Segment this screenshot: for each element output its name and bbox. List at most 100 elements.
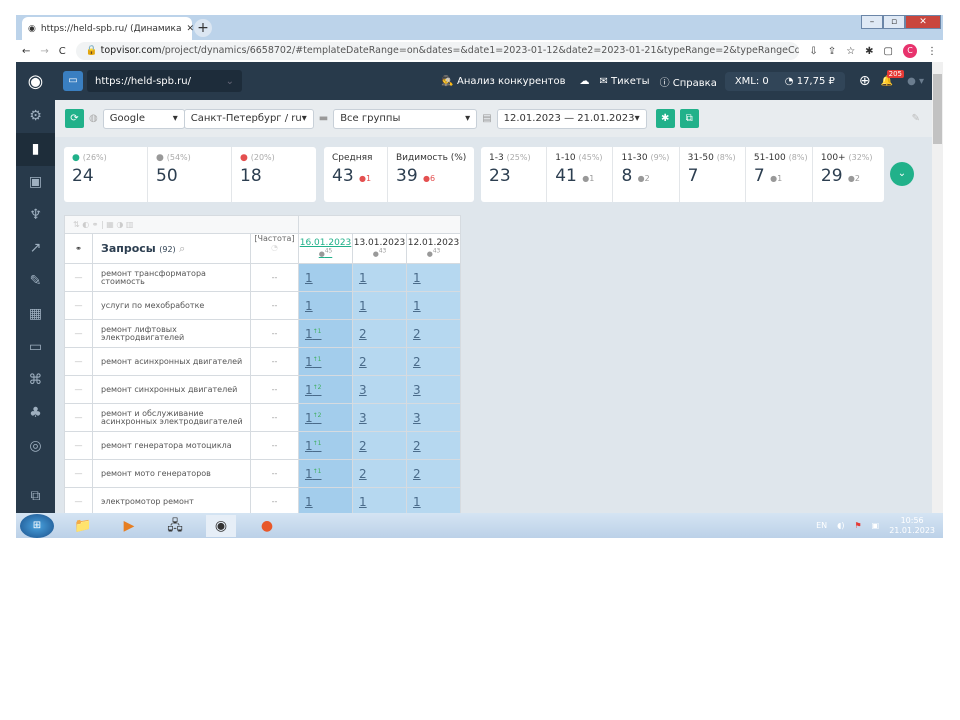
search-icon[interactable]: ⌕ bbox=[179, 242, 185, 255]
position-cell[interactable]: 2 bbox=[406, 431, 461, 460]
sidebar-dynamics-icon[interactable]: ▮ bbox=[16, 133, 55, 166]
browser-tab[interactable]: ◉ https://held-spb.ru/ (Динамика ✕ bbox=[22, 17, 194, 40]
table-row[interactable]: — ремонт мото генераторов -- 1↑1 2 2 bbox=[64, 459, 461, 488]
settings-button[interactable]: ✱ bbox=[655, 109, 675, 128]
firefox-icon[interactable]: ● bbox=[252, 515, 282, 537]
table-tools[interactable]: ⇅ ◐ ⚭ | ▦ ◑ ▥ bbox=[64, 215, 299, 234]
volume-icon[interactable]: ◖) bbox=[837, 521, 844, 530]
cloud-icon[interactable]: ☁ bbox=[579, 76, 589, 87]
row-marker[interactable]: — bbox=[64, 291, 93, 320]
close-tab-icon[interactable]: ✕ bbox=[186, 24, 194, 34]
groups-select[interactable]: Все группы ▾ bbox=[333, 108, 478, 129]
row-marker[interactable]: — bbox=[64, 459, 93, 488]
date-column-header[interactable]: 13.01.2023 ●43 bbox=[352, 233, 407, 264]
position-cell[interactable]: 1↑1 bbox=[298, 319, 353, 348]
queries-header[interactable]: Запросы (92) ⌕ bbox=[92, 233, 251, 264]
query-text[interactable]: электромотор ремонт bbox=[92, 487, 251, 516]
sidebar-structure-icon[interactable]: ♣ bbox=[16, 397, 55, 430]
row-marker[interactable]: — bbox=[64, 375, 93, 404]
row-marker[interactable]: — bbox=[64, 347, 93, 376]
position-cell[interactable]: 1 bbox=[298, 291, 353, 320]
link-icon[interactable]: ⚭ bbox=[64, 233, 93, 264]
network-icon[interactable]: ▣ bbox=[872, 521, 880, 530]
maximize-button[interactable]: ▫ bbox=[883, 15, 905, 29]
refresh-button[interactable]: ⟳ bbox=[65, 109, 84, 128]
position-cell[interactable]: 1↑2 bbox=[298, 375, 353, 404]
new-tab-button[interactable]: + bbox=[194, 19, 212, 37]
position-cell[interactable]: 2 bbox=[406, 319, 461, 348]
table-row[interactable]: — ремонт лифтовых электродвигателей -- 1↑1 2… bbox=[64, 319, 461, 348]
user-avatar[interactable]: ● ▾ bbox=[907, 76, 924, 87]
position-cell[interactable]: 1 bbox=[406, 487, 461, 516]
position-cell[interactable]: 1↑2 bbox=[298, 403, 353, 432]
query-text[interactable]: ремонт мото генераторов bbox=[92, 459, 251, 488]
close-window-button[interactable]: ✕ bbox=[905, 15, 941, 29]
language-indicator[interactable]: EN bbox=[816, 521, 827, 530]
topvisor-logo-icon[interactable]: ◉ bbox=[16, 71, 55, 92]
query-text[interactable]: услуги по мехобработке bbox=[92, 291, 251, 320]
table-row[interactable]: — услуги по мехобработке -- 1 1 1 bbox=[64, 291, 461, 320]
position-cell[interactable]: 1 bbox=[352, 487, 407, 516]
position-cell[interactable]: 3 bbox=[406, 375, 461, 404]
engine-select[interactable]: Google ▾ bbox=[102, 108, 185, 129]
forward-icon[interactable]: → bbox=[40, 46, 48, 57]
expand-stats-button[interactable]: ⌄ bbox=[890, 162, 914, 186]
date-column-header[interactable]: 16.01.2023 ●45 bbox=[298, 233, 353, 264]
table-row[interactable]: — ремонт синхронных двигателей -- 1↑2 3 3 bbox=[64, 375, 461, 404]
star-icon[interactable]: ☆ bbox=[846, 46, 855, 57]
position-cell[interactable]: 3 bbox=[352, 375, 407, 404]
row-marker[interactable]: — bbox=[64, 487, 93, 516]
row-marker[interactable]: — bbox=[64, 431, 93, 460]
share-icon[interactable]: ⇪ bbox=[828, 46, 836, 57]
position-cell[interactable]: 3 bbox=[406, 403, 461, 432]
position-cell[interactable]: 1↑1 bbox=[298, 431, 353, 460]
start-button[interactable]: ⊞ bbox=[20, 513, 54, 538]
sidebar-trophy-icon[interactable]: ♆ bbox=[16, 199, 55, 232]
position-cell[interactable]: 2 bbox=[406, 459, 461, 488]
sidebar-tools-icon[interactable]: ✎ bbox=[16, 265, 55, 298]
query-text[interactable]: ремонт асинхронных двигателей bbox=[92, 347, 251, 376]
sidepanel-icon[interactable]: ▢ bbox=[884, 46, 893, 57]
position-cell[interactable]: 2 bbox=[352, 431, 407, 460]
tickets-link[interactable]: ✉ Тикеты bbox=[599, 76, 649, 87]
position-cell[interactable]: 2 bbox=[352, 459, 407, 488]
profile-avatar[interactable]: C bbox=[903, 44, 917, 58]
briefcase-icon[interactable]: ▭ bbox=[63, 71, 83, 91]
position-cell[interactable]: 2 bbox=[406, 347, 461, 376]
query-text[interactable]: ремонт и обслуживание асинхронных электр… bbox=[92, 403, 251, 432]
project-select[interactable]: https://held-spb.ru/⌄ bbox=[87, 70, 242, 92]
position-cell[interactable]: 1 bbox=[406, 291, 461, 320]
minimize-button[interactable]: – bbox=[861, 15, 883, 29]
region-select[interactable]: Санкт-Петербург / ru ▾ bbox=[183, 108, 314, 129]
extensions-icon[interactable]: ✱ bbox=[865, 46, 873, 57]
position-cell[interactable]: 2 bbox=[352, 319, 407, 348]
query-text[interactable]: ремонт лифтовых электродвигателей bbox=[92, 319, 251, 348]
query-text[interactable]: ремонт генератора мотоцикла bbox=[92, 431, 251, 460]
sidebar-snapshots-icon[interactable]: ▣ bbox=[16, 166, 55, 199]
table-row[interactable]: — ремонт трансформатора стоимость -- 1 1 1 bbox=[64, 263, 461, 292]
date-column-header[interactable]: 12.01.2023 ●43 bbox=[406, 233, 461, 264]
pin-icon[interactable]: ✎ bbox=[912, 113, 920, 124]
sidebar-inbox-icon[interactable]: ▭ bbox=[16, 331, 55, 364]
position-cell[interactable]: 3 bbox=[352, 403, 407, 432]
media-player-icon[interactable]: ▶ bbox=[114, 515, 144, 537]
back-icon[interactable]: ← bbox=[22, 46, 30, 57]
position-cell[interactable]: 1↑1 bbox=[298, 459, 353, 488]
network-app-icon[interactable]: 🖧 bbox=[160, 515, 190, 537]
query-text[interactable]: ремонт трансформатора стоимость bbox=[92, 263, 251, 292]
row-marker[interactable]: — bbox=[64, 403, 93, 432]
table-row[interactable]: — ремонт генератора мотоцикла -- 1↑1 2 2 bbox=[64, 431, 461, 460]
position-cell[interactable]: 2 bbox=[352, 347, 407, 376]
sidebar-analytics-icon[interactable]: ⌘ bbox=[16, 364, 55, 397]
explorer-icon[interactable]: 📁 bbox=[68, 515, 98, 537]
sidebar-chart-icon[interactable]: ↗ bbox=[16, 232, 55, 265]
position-cell[interactable]: 1 bbox=[406, 263, 461, 292]
position-cell[interactable]: 1 bbox=[352, 263, 407, 292]
competitors-link[interactable]: 🕵 Анализ конкурентов bbox=[441, 76, 565, 87]
reload-icon[interactable]: C bbox=[59, 46, 66, 57]
date-range-select[interactable]: 12.01.2023 — 21.01.2023 ▾ bbox=[496, 108, 647, 129]
position-cell[interactable]: 1↑1 bbox=[298, 347, 353, 376]
clock[interactable]: 10:56 21.01.2023 bbox=[889, 516, 935, 536]
position-cell[interactable]: 1 bbox=[298, 263, 353, 292]
help-link[interactable]: ⓘ Справка bbox=[660, 74, 717, 89]
